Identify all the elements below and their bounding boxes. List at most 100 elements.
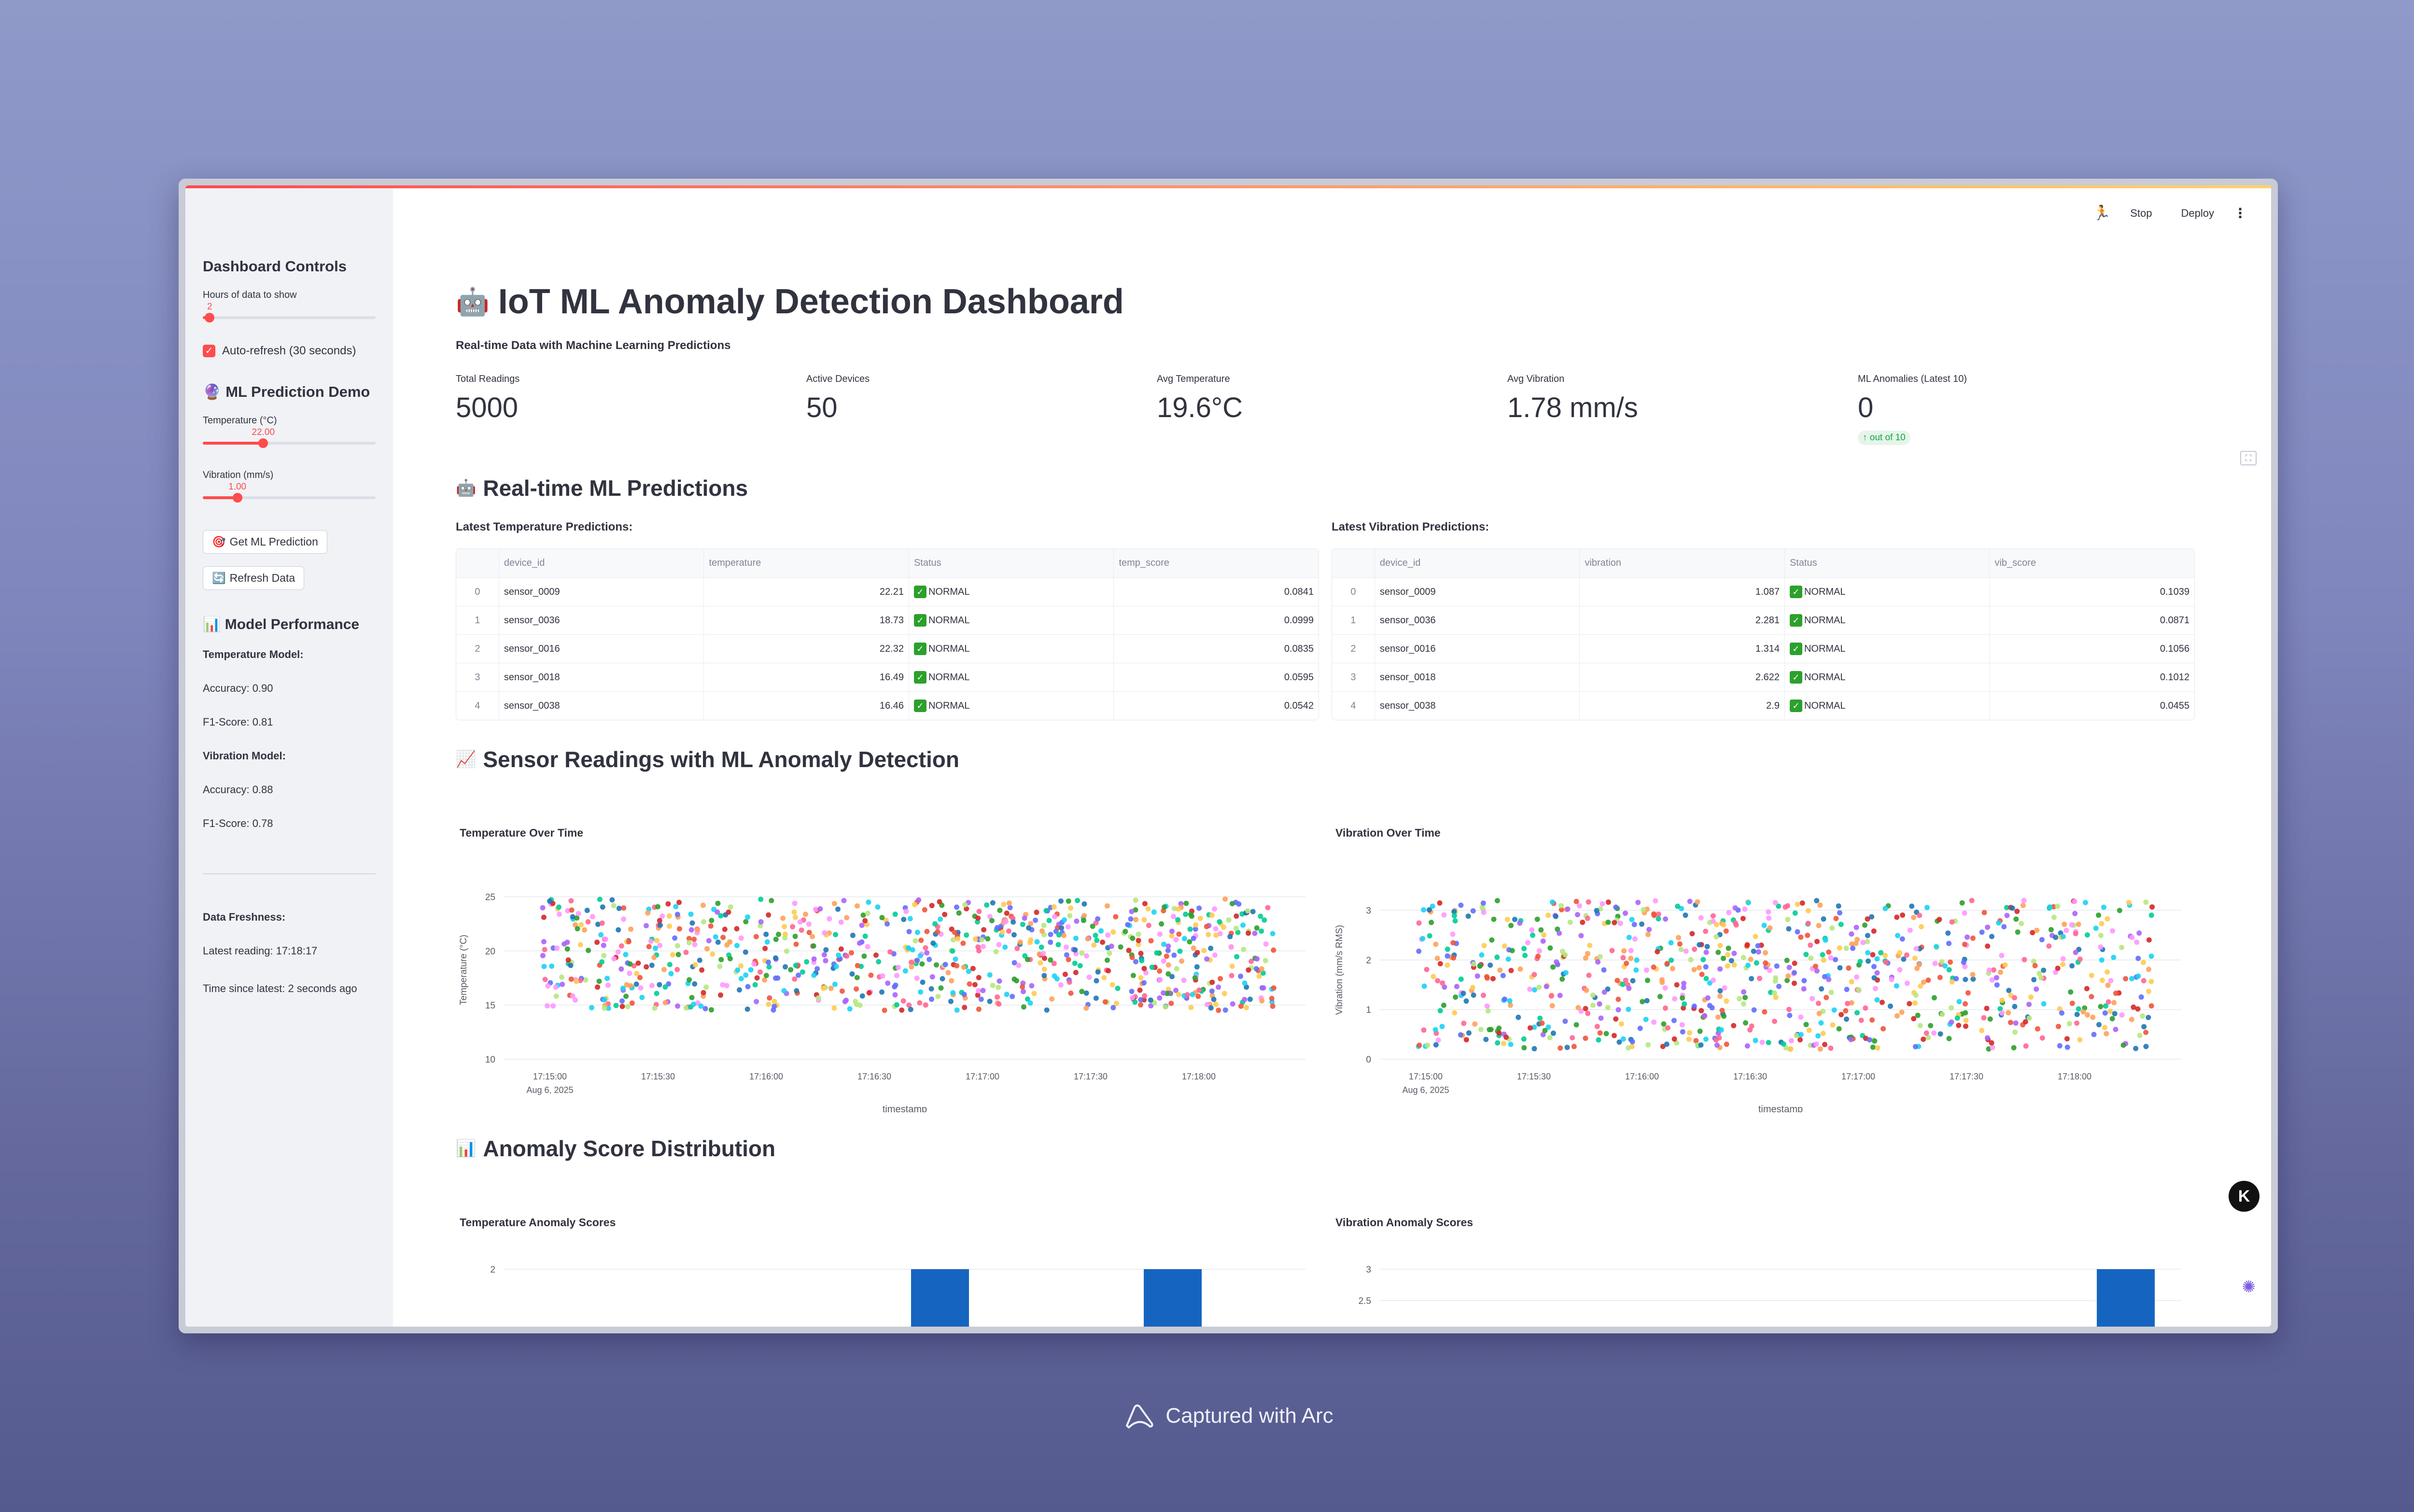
vibration-anomaly-bar-chart[interactable]: 2.53 bbox=[1332, 1247, 2196, 1327]
data-point bbox=[1181, 978, 1187, 983]
table-row[interactable]: 3 sensor_0018 16.49 ✓ NORMAL 0.0595 bbox=[456, 663, 1319, 691]
data-point bbox=[2143, 1044, 2149, 1050]
data-point bbox=[1839, 1012, 1844, 1018]
data-point bbox=[589, 914, 595, 920]
data-point bbox=[687, 977, 692, 983]
table-cell: ✓ NORMAL bbox=[908, 663, 1114, 691]
temperature-anomaly-bar-chart[interactable]: 2 bbox=[456, 1247, 1320, 1327]
data-point bbox=[1431, 974, 1436, 980]
data-point bbox=[1786, 965, 1792, 970]
column-header[interactable]: vibration bbox=[1579, 549, 1784, 577]
data-point bbox=[803, 911, 808, 917]
data-point bbox=[929, 996, 934, 1002]
data-point bbox=[2149, 904, 2155, 910]
table-header-row: device_id vibration Status vib_score bbox=[1332, 549, 2194, 577]
vibration-scatter-chart[interactable]: 012317:15:00 17:15:30 17:16:00 17:16:30 17:1… bbox=[1332, 861, 2196, 1112]
table-row[interactable]: 1 sensor_0036 2.281 ✓ NORMAL 0.0871 bbox=[1332, 606, 2194, 634]
column-header[interactable]: device_id bbox=[1374, 549, 1580, 577]
column-header[interactable] bbox=[456, 549, 499, 577]
data-point bbox=[1583, 1036, 1588, 1041]
data-point bbox=[652, 1005, 658, 1011]
column-header[interactable]: temp_score bbox=[1113, 549, 1319, 577]
data-point bbox=[2119, 1012, 2125, 1018]
data-point bbox=[1721, 922, 1726, 928]
temperature-scatter-chart[interactable]: 1015202517:15:00 17:15:30 17:16:00 17:16:30… bbox=[456, 861, 1320, 1112]
data-point bbox=[1148, 938, 1154, 944]
table-row[interactable]: 4 sensor_0038 16.46 ✓ NORMAL 0.0542 bbox=[456, 691, 1319, 720]
ai-sparkle-icon[interactable]: ✺ bbox=[2242, 1277, 2256, 1297]
vib-slider[interactable]: 1.00 bbox=[203, 481, 376, 505]
data-point bbox=[1187, 926, 1193, 932]
column-header[interactable] bbox=[1332, 549, 1375, 577]
k-extension-icon[interactable]: K bbox=[2229, 1181, 2260, 1212]
data-point bbox=[1798, 1032, 1804, 1037]
data-point bbox=[1157, 968, 1163, 974]
data-point bbox=[619, 1004, 625, 1009]
data-point bbox=[2011, 1045, 2017, 1050]
temp-predictions-table[interactable]: device_id temperature Status temp_score 0 sen… bbox=[456, 548, 1319, 720]
table-row[interactable]: 2 sensor_0016 22.32 ✓ NORMAL 0.0835 bbox=[456, 634, 1319, 663]
slider-thumb[interactable] bbox=[258, 438, 268, 448]
checkbox-checked-icon[interactable]: ✓ bbox=[203, 345, 215, 357]
table-row[interactable]: 0 sensor_0009 1.087 ✓ NORMAL 0.1039 bbox=[1332, 577, 2194, 606]
data-point bbox=[960, 940, 966, 946]
data-point bbox=[1503, 1035, 1509, 1040]
data-point bbox=[2126, 900, 2132, 906]
data-point bbox=[1461, 1021, 1467, 1026]
table-row[interactable]: 3 sensor_0018 2.622 ✓ NORMAL 0.1012 bbox=[1332, 663, 2194, 691]
hours-slider[interactable]: 2 bbox=[203, 301, 376, 325]
column-header[interactable]: temperature bbox=[703, 549, 909, 577]
table-row[interactable]: 4 sensor_0038 2.9 ✓ NORMAL 0.0455 bbox=[1332, 691, 2194, 720]
data-point bbox=[892, 992, 898, 998]
data-point bbox=[683, 1005, 689, 1011]
column-header[interactable]: Status bbox=[908, 549, 1114, 577]
slider-thumb[interactable] bbox=[232, 493, 242, 503]
data-point bbox=[1133, 897, 1138, 903]
data-point bbox=[800, 969, 805, 975]
check-mark-icon: ✓ bbox=[913, 586, 926, 598]
data-point bbox=[648, 938, 654, 944]
slider-thumb[interactable] bbox=[205, 313, 215, 322]
table-cell: ✓ NORMAL bbox=[908, 635, 1114, 663]
refresh-data-button[interactable]: 🔄 Refresh Data bbox=[203, 566, 305, 590]
table-row[interactable]: 1 sensor_0036 18.73 ✓ NORMAL 0.0999 bbox=[456, 606, 1319, 634]
data-point bbox=[1747, 1027, 1753, 1033]
data-point bbox=[1227, 934, 1233, 939]
data-point bbox=[2062, 922, 2067, 927]
autorefresh-checkbox[interactable]: ✓ Auto-refresh (30 seconds) bbox=[203, 344, 376, 358]
data-point bbox=[1064, 952, 1069, 958]
column-header[interactable]: vib_score bbox=[1989, 549, 2194, 577]
fullscreen-icon[interactable]: ⛶ bbox=[2240, 451, 2257, 465]
vib-table-title: Latest Vibration Predictions: bbox=[1332, 520, 1489, 533]
temp-slider[interactable]: 22.00 bbox=[203, 426, 376, 450]
data-point bbox=[844, 953, 850, 959]
data-point bbox=[2048, 927, 2054, 933]
kebab-menu-icon[interactable]: ⋮ bbox=[2233, 205, 2247, 221]
data-point bbox=[1478, 1027, 1484, 1032]
data-point bbox=[635, 960, 641, 966]
sidebar-controls-title: Dashboard Controls bbox=[203, 258, 347, 275]
data-point bbox=[2100, 978, 2105, 983]
data-point bbox=[646, 944, 652, 950]
data-point bbox=[1816, 1000, 1821, 1006]
table-cell: ✓ NORMAL bbox=[1784, 606, 1990, 634]
data-point bbox=[1821, 957, 1826, 963]
data-point bbox=[873, 952, 879, 958]
get-ml-prediction-button[interactable]: 🎯 Get ML Prediction bbox=[203, 530, 327, 554]
data-point bbox=[767, 995, 772, 1001]
data-point bbox=[1450, 940, 1456, 946]
data-point bbox=[1068, 905, 1074, 911]
column-header[interactable]: Status bbox=[1784, 549, 1990, 577]
data-point bbox=[1149, 965, 1155, 970]
column-header[interactable]: device_id bbox=[498, 549, 704, 577]
data-point bbox=[1137, 987, 1143, 993]
table-row[interactable]: 2 sensor_0016 1.314 ✓ NORMAL 0.1056 bbox=[1332, 634, 2194, 663]
data-point bbox=[1496, 1030, 1502, 1036]
streamlit-app: Dashboard Controls Hours of data to show… bbox=[185, 185, 2271, 1327]
data-point bbox=[1066, 898, 1071, 904]
data-point bbox=[1578, 933, 1584, 938]
data-point bbox=[1452, 1010, 1458, 1016]
data-point bbox=[666, 913, 672, 919]
vib-predictions-table[interactable]: device_id vibration Status vib_score 0 sensor… bbox=[1332, 548, 2195, 720]
table-row[interactable]: 0 sensor_0009 22.21 ✓ NORMAL 0.0841 bbox=[456, 577, 1319, 606]
